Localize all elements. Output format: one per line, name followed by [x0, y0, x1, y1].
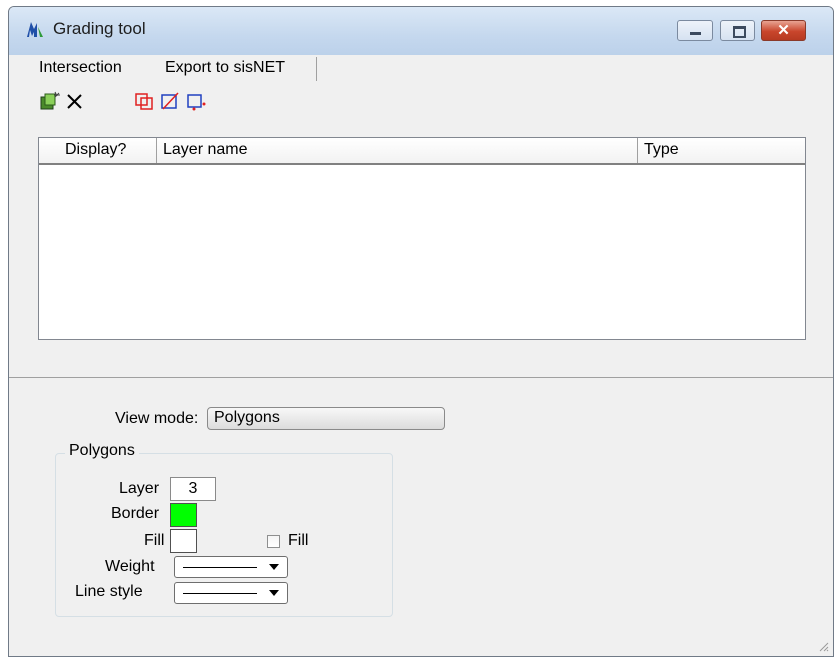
close-button[interactable]: ✕ — [761, 20, 806, 41]
polygon-select-icon[interactable] — [134, 91, 156, 111]
column-divider[interactable] — [637, 138, 638, 163]
delete-icon[interactable] — [65, 91, 85, 111]
column-divider[interactable] — [156, 138, 157, 163]
layer-input[interactable]: 3 — [170, 477, 216, 501]
title-bar[interactable]: Grading tool ✕ — [9, 7, 833, 56]
add-layer-icon[interactable] — [39, 91, 61, 111]
weight-label: Weight — [105, 558, 155, 575]
minimize-button[interactable] — [677, 20, 713, 41]
polygon-delete-icon[interactable] — [160, 91, 182, 111]
chevron-down-icon — [269, 590, 279, 596]
grading-tool-window: Grading tool ✕ Intersection Export to si… — [8, 6, 834, 657]
menu-export-to-sisnet[interactable]: Export to sisNET — [165, 59, 285, 77]
line-style-select[interactable] — [174, 582, 288, 604]
border-color-swatch[interactable] — [170, 503, 197, 527]
view-mode-label: View mode: — [115, 410, 199, 427]
grading-tool-app-icon — [27, 22, 43, 37]
fill-label: Fill — [144, 532, 165, 549]
close-icon: ✕ — [777, 22, 790, 39]
maximize-icon — [733, 26, 746, 38]
window-title: Grading tool — [53, 19, 146, 38]
column-display[interactable]: Display? — [65, 141, 126, 159]
fill-checkbox-label[interactable]: Fill — [288, 532, 308, 550]
fill-color-swatch[interactable] — [170, 529, 197, 553]
layer-list-header: Display? Layer name Type — [39, 138, 805, 165]
menu-bar: Intersection Export to sisNET — [9, 55, 833, 84]
border-label: Border — [111, 505, 160, 522]
menu-intersection[interactable]: Intersection — [39, 59, 122, 77]
resize-grip-icon[interactable] — [817, 640, 829, 652]
view-mode-select[interactable]: Polygons — [207, 407, 445, 430]
layer-label: Layer — [119, 480, 160, 497]
weight-line-preview — [183, 567, 257, 568]
minimize-icon — [690, 32, 701, 35]
menu-separator — [316, 57, 317, 81]
fill-checkbox[interactable] — [267, 535, 280, 548]
polygons-group-title: Polygons — [65, 442, 139, 460]
polygon-point-icon[interactable] — [186, 91, 210, 111]
line-style-preview — [183, 593, 257, 594]
column-layer-name[interactable]: Layer name — [163, 141, 248, 159]
line-style-label: Line style — [75, 583, 143, 600]
panel-divider[interactable] — [9, 377, 833, 378]
maximize-button[interactable] — [720, 20, 755, 41]
column-type[interactable]: Type — [644, 141, 679, 159]
layer-list[interactable]: Display? Layer name Type — [38, 137, 806, 340]
chevron-down-icon — [269, 564, 279, 570]
weight-select[interactable] — [174, 556, 288, 578]
